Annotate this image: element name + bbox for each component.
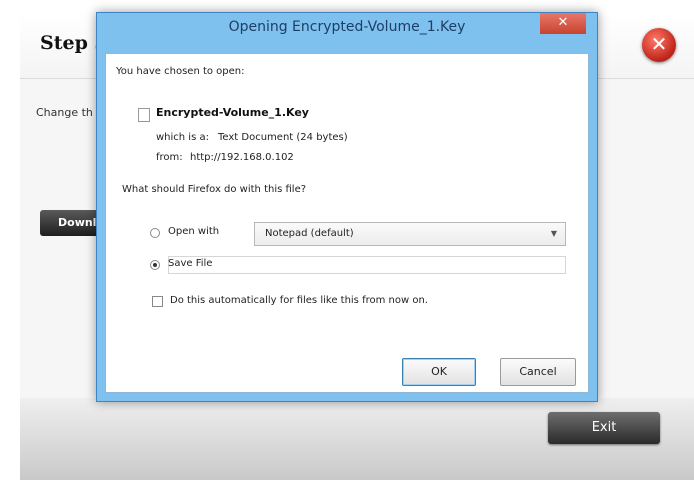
save-file-label: Save File [168,258,213,269]
file-type: Text Document (24 bytes) [218,132,348,143]
close-circle-icon[interactable]: ✕ [642,28,676,62]
cancel-button[interactable]: Cancel [500,358,576,386]
from-prefix: from: [156,152,183,163]
exit-button[interactable]: Exit [548,412,660,444]
question-text: What should Firefox do with this file? [122,184,307,195]
open-with-radio[interactable] [150,228,160,238]
type-prefix: which is a: [156,132,209,143]
open-with-label: Open with [168,226,220,237]
dialog-close-button[interactable]: ✕ [540,13,586,34]
save-file-radio[interactable] [150,260,160,270]
ok-button[interactable]: OK [402,358,476,386]
chevron-down-icon: ▼ [550,229,557,238]
dialog-body: You have chosen to open: Encrypted-Volum… [105,53,589,393]
wizard-description: Change th [36,106,93,119]
auto-checkbox[interactable] [152,296,163,307]
auto-label: Do this automatically for files like thi… [170,295,428,306]
document-icon [138,108,150,122]
intro-text: You have chosen to open: [116,66,245,77]
download-dialog: Opening Encrypted-Volume_1.Key ✕ You hav… [96,12,598,402]
source-url: http://192.168.0.102 [190,152,294,163]
open-with-value: Notepad (default) [265,228,354,239]
open-with-select[interactable]: Notepad (default) ▼ [254,222,566,246]
file-name: Encrypted-Volume_1.Key [156,106,309,119]
save-file-option[interactable] [168,256,566,274]
dialog-title: Opening Encrypted-Volume_1.Key [228,19,466,35]
